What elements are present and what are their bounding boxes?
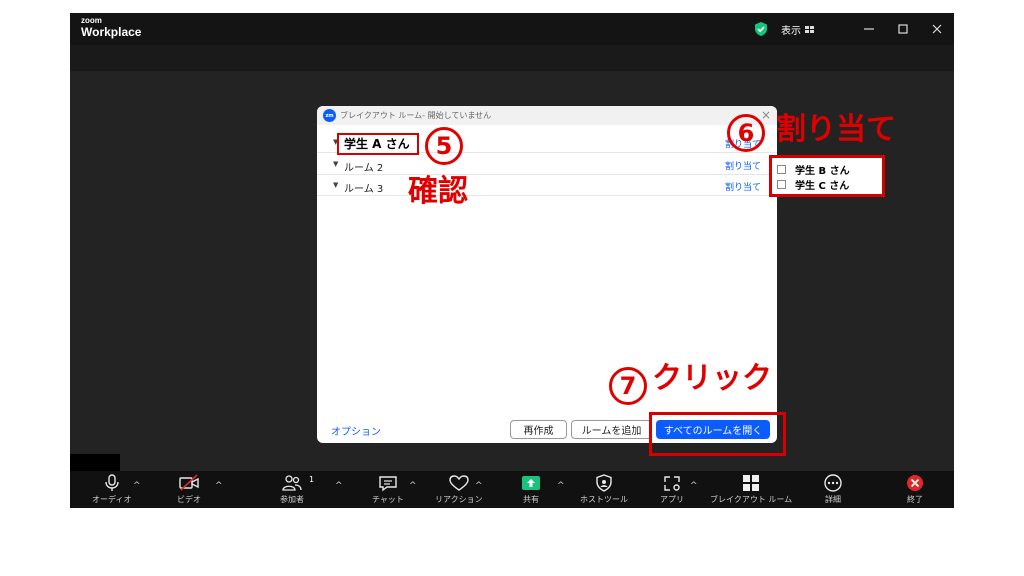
assign-checkbox-c[interactable]: [777, 179, 786, 189]
participants-options-caret[interactable]: ^: [335, 481, 343, 491]
end-meeting-label: 終了: [907, 495, 923, 504]
brand-big: Workplace: [81, 25, 142, 39]
audio-label: オーディオ: [92, 495, 132, 504]
video-label: ビデオ: [177, 495, 201, 504]
breakout-rooms-button[interactable]: ブレイクアウト ルーム: [710, 473, 792, 505]
self-view-box: [70, 454, 120, 472]
title-bar: zoom Workplace 表示: [70, 13, 954, 45]
chat-button[interactable]: チャット: [372, 473, 404, 505]
dialog-close-icon[interactable]: ×: [761, 108, 771, 122]
share-screen-icon: [522, 476, 540, 490]
host-tools-label: ホストツール: [580, 495, 628, 504]
step-5-text: 確認: [408, 174, 468, 209]
close-window-button[interactable]: [920, 13, 954, 45]
breakout-rooms-icon: [743, 475, 760, 491]
shield-icon: [596, 474, 612, 492]
video-off-icon: [179, 474, 199, 491]
step-7-circle: 7: [609, 367, 647, 405]
assign-item-c-label: 学生 C さん: [795, 180, 850, 192]
minimize-button[interactable]: [852, 13, 886, 45]
assign-popup: 学生 B さん 学生 C さん: [769, 155, 885, 197]
video-options-caret[interactable]: ^: [215, 481, 223, 491]
close-icon: [932, 24, 942, 34]
end-meeting-icon: [907, 475, 923, 491]
minimize-icon: [864, 28, 874, 30]
step-6-circle: 6: [727, 114, 765, 152]
room-2-name: ルーム 2: [344, 163, 384, 174]
audio-options-caret[interactable]: ^: [133, 481, 141, 491]
apps-options-caret[interactable]: ^: [690, 481, 698, 491]
step-5-circle: 5: [425, 127, 463, 165]
participants-button[interactable]: 参加者: [280, 473, 304, 505]
dialog-header: zm ブレイクアウト ルーム- 開始していません ×: [317, 106, 777, 125]
recreate-button[interactable]: 再作成: [510, 420, 567, 439]
zoom-app-icon: zm: [323, 109, 336, 122]
assign-checkbox-b[interactable]: [777, 164, 786, 174]
chat-options-caret[interactable]: ^: [409, 481, 417, 491]
chat-icon: [379, 476, 397, 492]
breakout-rooms-label: ブレイクアウト ルーム: [710, 495, 793, 504]
room-row-2[interactable]: ▼ ルーム 2 割り当て: [317, 155, 777, 175]
audio-button[interactable]: オーディオ: [92, 473, 131, 505]
room-3-assign-link[interactable]: 割り当て: [725, 180, 761, 193]
apps-label: アプリ: [660, 495, 684, 504]
chat-label: チャット: [372, 495, 404, 504]
assign-item-b[interactable]: 学生 B さん: [777, 162, 850, 177]
room-2-assign-link[interactable]: 割り当て: [725, 159, 761, 172]
student-a-label: 学生 A さん: [337, 133, 419, 155]
apps-button[interactable]: アプリ: [660, 473, 684, 505]
microphone-icon: [105, 474, 119, 491]
view-grid-icon[interactable]: [805, 25, 814, 33]
meeting-toolbar: オーディオ ^ ビデオ ^ 参加者 1 ^ チャット ^ リアクション ^ 共有…: [70, 471, 954, 508]
room-2-expand-icon[interactable]: ▼: [333, 160, 338, 168]
step-7-text: クリック: [652, 361, 772, 396]
more-button[interactable]: 詳細: [822, 473, 844, 505]
room-3-expand-icon[interactable]: ▼: [333, 181, 338, 189]
reactions-label: リアクション: [435, 495, 483, 504]
participants-count: 1: [309, 475, 315, 484]
share-button[interactable]: 共有: [520, 473, 542, 505]
participants-icon: [282, 475, 302, 491]
room-row-3[interactable]: ▼ ルーム 3 割り当て: [317, 176, 777, 196]
step-6-text: 割り当て: [776, 112, 896, 147]
reactions-options-caret[interactable]: ^: [475, 481, 483, 491]
top-strip: [70, 45, 954, 71]
assign-item-c[interactable]: 学生 C さん: [777, 177, 850, 192]
open-all-highlight: [649, 412, 786, 456]
share-label: 共有: [523, 495, 539, 504]
share-options-caret[interactable]: ^: [557, 481, 565, 491]
video-button[interactable]: ビデオ: [177, 473, 201, 505]
room-3-name: ルーム 3: [344, 184, 384, 195]
add-room-button[interactable]: ルームを追加: [571, 420, 652, 439]
host-tools-button[interactable]: ホストツール: [580, 473, 628, 505]
more-label: 詳細: [825, 495, 841, 504]
participants-label: 参加者: [280, 495, 304, 504]
maximize-button[interactable]: [886, 13, 920, 45]
heart-icon: [449, 475, 469, 491]
apps-icon: [664, 476, 680, 491]
options-link[interactable]: オプション: [331, 423, 381, 438]
view-label[interactable]: 表示: [781, 22, 801, 37]
brand-small: zoom: [81, 16, 102, 25]
more-icon: [824, 474, 842, 492]
end-meeting-button[interactable]: 終了: [904, 473, 926, 505]
assign-item-b-label: 学生 B さん: [795, 165, 850, 177]
security-shield-icon[interactable]: [753, 21, 769, 37]
maximize-icon: [898, 24, 908, 34]
zoom-logo: zoom Workplace: [81, 16, 142, 39]
dialog-title: ブレイクアウト ルーム- 開始していません: [340, 111, 492, 120]
